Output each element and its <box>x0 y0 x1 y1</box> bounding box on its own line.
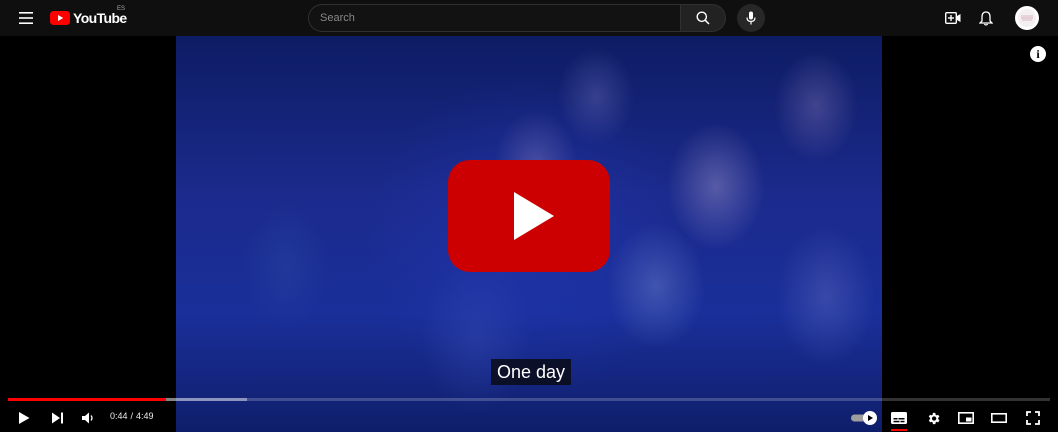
country-code: ES <box>117 6 126 12</box>
search-button[interactable] <box>680 4 726 32</box>
play-button[interactable] <box>12 406 36 430</box>
mic-icon <box>746 11 756 25</box>
miniplayer-button[interactable] <box>954 406 978 430</box>
search-icon <box>696 11 710 25</box>
create-icon <box>945 12 961 24</box>
menu-icon[interactable] <box>14 6 38 30</box>
large-play-button-icon[interactable] <box>448 160 610 272</box>
time-current: 0:44 <box>110 411 128 421</box>
video-player: i One day 0:44 / 4:49 <box>0 36 1058 432</box>
search-box <box>308 4 681 32</box>
masthead: YouTube ES <box>0 0 1058 36</box>
fullscreen-icon <box>1026 411 1040 425</box>
time-separator: / <box>130 411 134 421</box>
create-button[interactable] <box>941 6 965 30</box>
subtitles-icon <box>891 412 907 424</box>
bell-icon <box>979 10 993 26</box>
progress-played <box>8 398 167 401</box>
fullscreen-button[interactable] <box>1021 406 1045 430</box>
next-button[interactable] <box>45 406 69 430</box>
notifications-button[interactable] <box>974 6 998 30</box>
info-icon[interactable]: i <box>1030 46 1046 62</box>
voice-search-button[interactable] <box>737 4 765 32</box>
volume-button[interactable] <box>76 406 100 430</box>
youtube-logo[interactable]: YouTube <box>50 9 127 27</box>
theater-mode-icon <box>991 413 1007 423</box>
progress-bar[interactable] <box>8 398 1050 401</box>
theater-mode-button[interactable] <box>987 406 1011 430</box>
logo-text: YouTube <box>73 10 127 26</box>
volume-icon <box>82 412 93 424</box>
youtube-logo-icon <box>50 11 70 25</box>
caption-text: One day <box>491 359 572 385</box>
search-input[interactable] <box>309 6 681 30</box>
time-display: 0:44 / 4:49 <box>110 411 154 421</box>
next-icon <box>51 412 63 424</box>
avatar-image <box>1018 9 1036 27</box>
search-bar <box>308 4 726 32</box>
settings-button[interactable] <box>921 406 945 430</box>
time-total: 4:49 <box>136 411 154 421</box>
autoplay-toggle-icon[interactable] <box>850 410 878 426</box>
miniplayer-icon <box>958 412 974 424</box>
subtitles-button[interactable] <box>887 406 911 430</box>
subtitles-active-indicator <box>891 429 907 431</box>
avatar[interactable] <box>1015 6 1039 30</box>
play-icon <box>19 412 30 424</box>
gear-icon <box>928 412 939 424</box>
